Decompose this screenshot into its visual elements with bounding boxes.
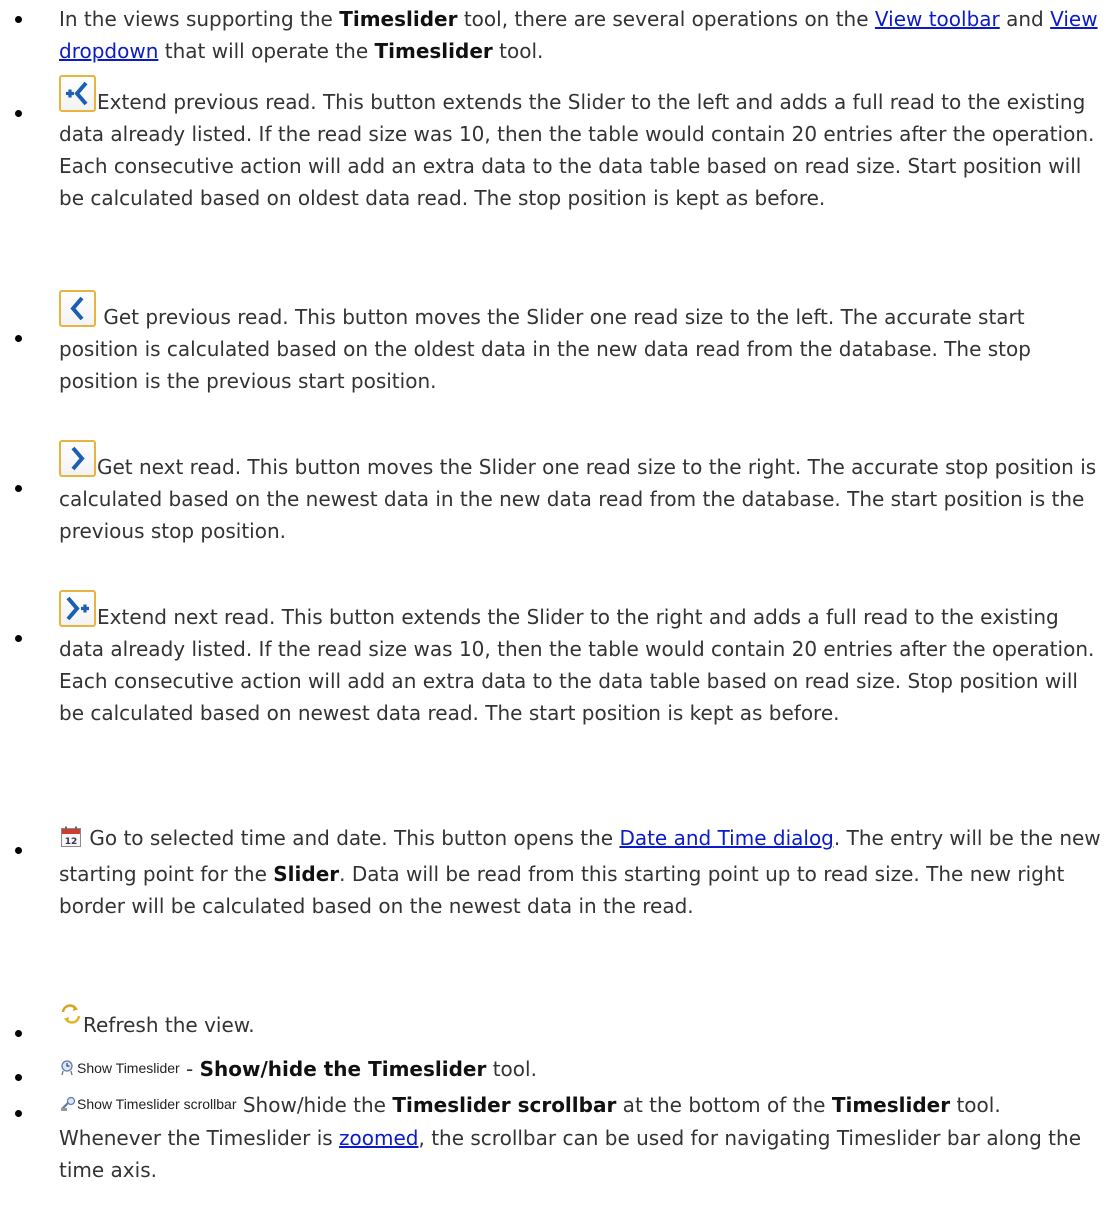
svg-text:12: 12 [65,837,78,847]
bullet [15,1110,22,1117]
timeslider-scrollbar-icon[interactable] [59,1090,77,1122]
show-timeslider-text: - [179,1057,200,1081]
bullet [15,110,22,117]
next-icon[interactable] [59,440,96,477]
intro-text: tool. [492,39,544,63]
bullet [15,335,22,342]
list-item-show-timeslider: Show Timeslider - Show/hide the Timeslid… [0,1052,1114,1086]
list-item-show-scrollbar: Show Timeslider scrollbar Show/hide the … [0,1088,1114,1186]
bullet [15,485,22,492]
show-scrollbar-text: at the bottom of the [616,1093,832,1117]
bullet [15,1030,22,1037]
list-item-goto-date: 12 Go to selected time and date. This bu… [0,822,1114,922]
list-item-get-next: Get next read. This button moves the Sli… [0,440,1114,547]
refresh-icon[interactable] [59,1002,83,1035]
calendar-icon[interactable]: 12 [59,825,83,858]
timeslider-icon[interactable] [59,1054,77,1086]
view-toolbar-link[interactable]: View toolbar [875,7,1000,31]
show-timeslider-text: tool. [486,1057,537,1081]
list-item-extend-next: Extend next read. This button extends th… [0,590,1114,729]
extend-previous-icon[interactable] [59,75,96,112]
show-scrollbar-text: Show/hide the [236,1093,393,1117]
refresh-description: Refresh the view. [83,1013,255,1037]
timeslider-bold: Timeslider [374,39,493,63]
timeslider-bold: Timeslider [831,1093,951,1117]
intro-text: and [999,7,1051,31]
timeslider-bold: Timeslider [339,7,458,31]
bullet [15,635,22,642]
list-item-extend-previous: Extend previous read. This button extend… [0,75,1114,214]
show-hide-timeslider-bold: Show/hide the Timeslider [199,1057,487,1081]
bullet [15,1074,22,1081]
show-timeslider-label[interactable]: Show Timeslider [77,1060,180,1076]
date-time-dialog-link[interactable]: Date and Time dialog [619,826,833,850]
slider-bold: Slider [273,862,340,886]
list-item-get-previous: Get previous read. This button moves the… [0,290,1114,397]
get-previous-description: Get previous read. This button moves the… [59,305,1031,393]
intro-text: tool, there are several operations on th… [457,7,875,31]
zoomed-link[interactable]: zoomed [339,1126,418,1150]
extend-next-description: Extend next read. This button extends th… [59,605,1095,725]
intro-text: that will operate the [158,39,375,63]
list-item-refresh: Refresh the view. [0,1002,1114,1041]
get-next-description: Get next read. This button moves the Sli… [59,455,1097,543]
extend-next-icon[interactable] [59,590,96,627]
bullet [15,16,22,23]
extend-previous-description: Extend previous read. This button extend… [59,90,1095,210]
bullet [15,847,22,854]
timeslider-scrollbar-bold: Timeslider scrollbar [392,1093,617,1117]
goto-date-text: Go to selected time and date. This butto… [83,826,620,850]
list-item-intro: In the views supporting the Timeslider t… [0,3,1114,67]
intro-text: In the views supporting the [59,7,340,31]
previous-icon[interactable] [59,290,96,327]
show-scrollbar-label[interactable]: Show Timeslider scrollbar [77,1096,237,1112]
